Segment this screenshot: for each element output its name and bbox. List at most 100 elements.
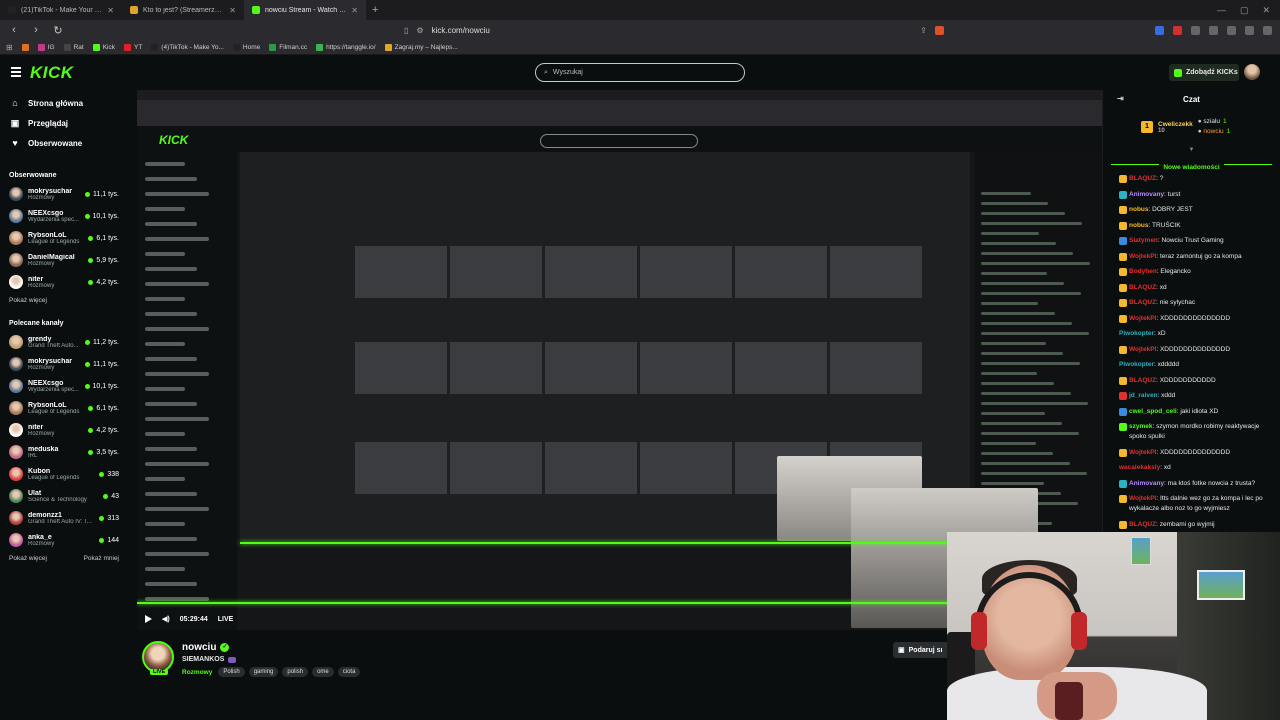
chat-username[interactable]: Siatymen <box>1129 237 1158 244</box>
sidebar-nav-item[interactable]: ⌂ Strona główna <box>0 93 137 113</box>
stream-tag[interactable]: gaming <box>248 667 279 677</box>
bookmark-item[interactable]: IG <box>37 43 55 51</box>
chevron-down-icon[interactable]: ▼ <box>1103 146 1280 154</box>
channel-item[interactable]: niter Rozmowy 4,2 tys. <box>0 271 137 293</box>
chat-username[interactable]: Piwokopter <box>1119 330 1154 337</box>
streamer-name[interactable]: nowciu <box>182 642 216 653</box>
new-tab-button[interactable]: + <box>366 4 384 16</box>
channel-item[interactable]: Kubon League of Legends 338 <box>0 463 137 485</box>
channel-item[interactable]: demonzz1 Grand Theft Auto IV: T... 313 <box>0 507 137 529</box>
bookmark-item[interactable] <box>21 43 29 51</box>
bookmark-item[interactable]: Zagraj.my – Najleps... <box>384 43 458 51</box>
stream-tag[interactable]: ciota <box>337 667 361 677</box>
chat-username[interactable]: szymek <box>1129 423 1153 430</box>
kick-logo[interactable]: KICK <box>30 63 74 83</box>
channel-item[interactable]: meduska IRL 3,5 tys. <box>0 441 137 463</box>
bookmark-icon[interactable]: ▯ <box>404 26 408 35</box>
sidebar-nav-item[interactable]: ♥ Obserwowane <box>0 133 137 153</box>
menu-icon[interactable] <box>11 67 21 79</box>
back-icon[interactable]: ‹ <box>8 24 20 36</box>
chat-username[interactable]: WojtekPl <box>1129 346 1156 353</box>
volume-icon[interactable]: ◀) <box>162 615 170 623</box>
user-avatar[interactable] <box>1244 64 1260 80</box>
bookmark-item[interactable]: Kick <box>92 43 115 51</box>
extension-icon[interactable] <box>1209 25 1218 35</box>
gifter-entry: ● nowciu 1 <box>1198 127 1231 137</box>
channel-item[interactable]: RybsonLoL League of Legends 6,1 tys. <box>0 227 137 249</box>
chat-username[interactable]: Animovany <box>1129 480 1164 487</box>
menu-icon[interactable] <box>1263 25 1272 35</box>
minimize-icon[interactable]: — <box>1217 5 1226 16</box>
chat-username[interactable]: jd_raiven <box>1129 392 1158 399</box>
address-field[interactable]: ▯ ⚙ kick.com/nowciu ⇪ <box>404 22 944 38</box>
channel-item[interactable]: Ulat Science & Technology 43 <box>0 485 137 507</box>
search-input[interactable]: ⌕ Wyszukaj <box>535 63 745 82</box>
chat-username[interactable]: WojtekPl <box>1129 449 1156 456</box>
get-kicks-button[interactable]: Zdobądź KICKs <box>1169 64 1239 81</box>
channel-item[interactable]: niter Rozmowy 4,2 tys. <box>0 419 137 441</box>
collapse-chat-icon[interactable]: ⇥ <box>1117 94 1124 103</box>
forward-icon[interactable]: › <box>30 24 42 36</box>
stream-category[interactable]: Rozmowy <box>182 669 212 676</box>
chat-username[interactable]: BLAQUZ <box>1129 175 1156 182</box>
bookmark-item[interactable]: Rat <box>63 43 84 51</box>
chat-username[interactable]: BLAQUZ <box>1129 299 1156 306</box>
gift-sub-button[interactable]: ▣ Podaruj sı <box>893 642 953 658</box>
recommended-show-more[interactable]: Pokaż więcej <box>9 551 47 567</box>
bookmark-item[interactable]: (4)TikTok - Make Yo... <box>151 43 224 51</box>
browser-tab[interactable]: Kto to jest? (Streamerzy) - Zagraj.my ✕ <box>122 0 244 20</box>
close-tab-icon[interactable]: ✕ <box>107 6 114 15</box>
channel-item[interactable]: anka_e Rozmowy 144 <box>0 529 137 551</box>
sidebar-nav-item[interactable]: ▣ Przeglądaj <box>0 113 137 133</box>
bookmark-item[interactable]: YT <box>123 43 142 51</box>
stream-tag[interactable]: Polish <box>218 667 245 677</box>
site-info-icon[interactable]: ⚙ <box>416 26 423 35</box>
live-dot-icon <box>99 471 105 477</box>
chat-username[interactable]: nobus <box>1129 222 1149 229</box>
stream-tag[interactable]: polish <box>282 667 309 677</box>
browser-tab[interactable]: (21)TikTok - Make Your Day ✕ <box>0 0 122 20</box>
close-tab-icon[interactable]: ✕ <box>351 6 358 15</box>
play-icon[interactable] <box>145 615 152 623</box>
apps-grid-icon[interactable]: ⊞ <box>6 43 13 52</box>
chat-username[interactable]: BLAQUZ <box>1129 284 1156 291</box>
channel-item[interactable]: grendy Grand Theft Auto... 11,2 tys. <box>0 331 137 353</box>
extension-icon[interactable] <box>1191 25 1200 35</box>
chat-username[interactable]: WojtekPl <box>1129 253 1156 260</box>
chat-username[interactable]: Piwokopter <box>1119 361 1154 368</box>
close-window-icon[interactable]: ✕ <box>1262 5 1270 16</box>
chat-username[interactable]: WojtekPl <box>1129 315 1156 322</box>
channel-item[interactable]: DanielMagical Rozmowy 5,9 tys. <box>0 249 137 271</box>
browser-tab[interactable]: nowciu Stream - Watch Live on Kick ✕ <box>244 0 366 20</box>
music-icon[interactable] <box>1245 25 1254 35</box>
share-icon[interactable]: ⇪ <box>920 26 927 35</box>
chat-username[interactable]: wacalekaksly <box>1119 464 1160 471</box>
bookmark-item[interactable]: https://tanggle.io/ <box>316 43 376 51</box>
channel-item[interactable]: NEEXcsgo Wydarzenia spec... 10,1 tys. <box>0 375 137 397</box>
extension-icon[interactable] <box>1227 25 1236 35</box>
brave-shield-icon[interactable] <box>935 25 944 35</box>
followed-show-more[interactable]: Pokaż więcej <box>0 293 137 309</box>
close-tab-icon[interactable]: ✕ <box>229 6 236 15</box>
channel-item[interactable]: mokrysuchar Rozmowy 11,1 tys. <box>0 353 137 375</box>
channel-item[interactable]: RybsonLoL League of Legends 6,1 tys. <box>0 397 137 419</box>
bookmark-item[interactable]: Home <box>232 43 260 51</box>
extension-icon[interactable] <box>1155 25 1164 35</box>
recommended-show-less[interactable]: Pokaż mniej <box>84 551 119 567</box>
chat-username[interactable]: cwel_spod_celi <box>1129 408 1177 415</box>
bookmark-item[interactable]: Filman.cc <box>269 43 307 51</box>
stream-tag[interactable]: ome <box>312 667 334 677</box>
channel-item[interactable]: mokrysuchar Rozmowy 11,1 tys. <box>0 183 137 205</box>
chat-username[interactable]: WojtekPl <box>1129 495 1156 502</box>
maximize-icon[interactable]: ▢ <box>1240 5 1249 16</box>
channel-item[interactable]: NEEXcsgo Wydarzenia spec... 10,1 tys. <box>0 205 137 227</box>
reload-icon[interactable]: ↻ <box>52 24 64 37</box>
extension-icon[interactable] <box>1173 25 1182 35</box>
viewer-count: 11,1 tys. <box>93 360 119 368</box>
chat-username[interactable]: Bodyhen <box>1129 268 1157 275</box>
channel-info: Kubon League of Legends <box>28 468 99 481</box>
chat-username[interactable]: BLAQUZ <box>1129 377 1156 384</box>
chat-username[interactable]: BLAQUZ <box>1129 521 1156 528</box>
chat-username[interactable]: nobus <box>1129 206 1149 213</box>
chat-username[interactable]: Animovany <box>1129 191 1164 198</box>
